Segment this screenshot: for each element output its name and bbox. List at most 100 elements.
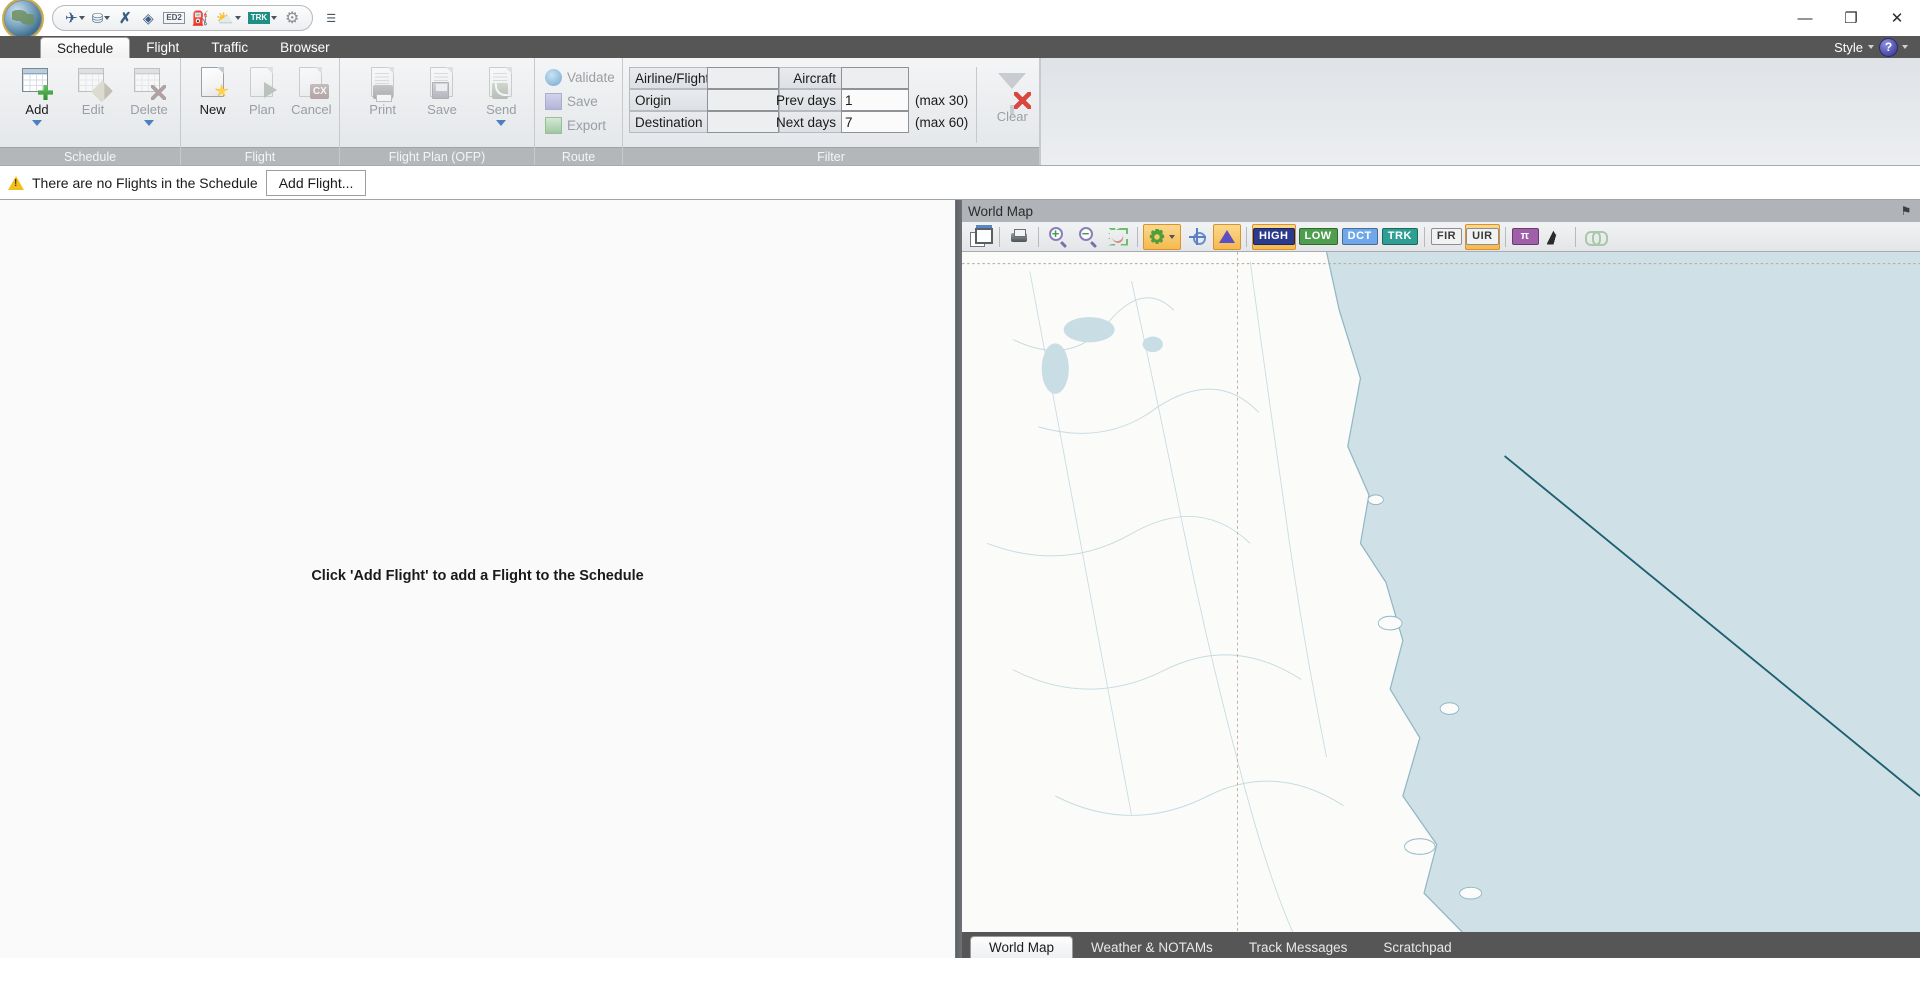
destination-row: Destination: [629, 111, 779, 133]
settings-gear-icon[interactable]: ⚙: [282, 7, 302, 29]
crosshair-icon[interactable]: [1183, 224, 1211, 250]
pi-points-button[interactable]: π: [1511, 224, 1540, 250]
layers-icon[interactable]: ◈: [138, 7, 158, 29]
low-airways-button[interactable]: LOW: [1298, 224, 1339, 250]
pi-label: π: [1511, 227, 1539, 246]
origin-field[interactable]: [707, 89, 779, 111]
toolbar-separator: [1246, 226, 1247, 247]
map-settings-icon[interactable]: [1143, 223, 1181, 250]
route-cross-glyph: ✗: [119, 10, 132, 27]
tab-flight-label: Flight: [146, 39, 180, 55]
world-map-canvas[interactable]: [962, 252, 1920, 932]
chevron-down-icon[interactable]: [1902, 45, 1908, 49]
floppy-icon: [545, 93, 562, 110]
delete-dropdown-icon: [144, 120, 154, 126]
high-airways-button[interactable]: HIGH: [1252, 223, 1296, 250]
add-flight-button[interactable]: Add Flight...: [265, 169, 367, 196]
destination-label: Destination: [629, 111, 707, 133]
ribbon-group-route: Validate Save Export Route: [535, 58, 623, 165]
chain-link-icon[interactable]: [1581, 224, 1609, 250]
bottom-tab-track-messages[interactable]: Track Messages: [1231, 936, 1366, 958]
tab-flight[interactable]: Flight: [130, 36, 195, 58]
fuel-icon[interactable]: ⛽: [190, 7, 211, 29]
chevron-down-icon[interactable]: [104, 16, 111, 20]
chevron-down-icon[interactable]: [1169, 234, 1175, 239]
chevron-down-icon[interactable]: [1868, 45, 1874, 49]
trk-icon[interactable]: TRK: [246, 7, 279, 29]
plan-button-label: Plan: [248, 102, 275, 117]
validate-button: Validate: [541, 66, 622, 89]
route-cross-icon[interactable]: ✗: [115, 7, 135, 29]
quick-access-toolbar: ✈ ⛁ ✗ ◈ ED2 ⛽ ⛅ TRK ⚙: [52, 5, 314, 31]
prev-days-label: Prev days: [776, 89, 841, 111]
add-button[interactable]: Add: [10, 62, 64, 138]
export-button-label: Export: [567, 118, 607, 133]
map-toolbar: + − HIGH LOW DCT TRK FIR UIR π: [962, 222, 1920, 252]
close-button[interactable]: ✕: [1874, 0, 1920, 36]
app-globe-icon[interactable]: [2, 0, 44, 40]
chevron-down-icon[interactable]: [234, 16, 241, 20]
clear-filter-icon: [997, 73, 1032, 114]
add-dropdown-icon[interactable]: [32, 120, 42, 126]
bottom-tab-world-map[interactable]: World Map: [970, 936, 1074, 958]
aircraft-icon[interactable]: ✈: [63, 7, 87, 29]
database-icon[interactable]: ⛁: [90, 7, 113, 29]
maximize-glyph: ❐: [1844, 10, 1858, 27]
destination-field[interactable]: [707, 111, 779, 133]
direct-routes-button[interactable]: DCT: [1341, 224, 1379, 250]
save-route-button-label: Save: [567, 94, 598, 109]
fir-boundaries-button[interactable]: FIR: [1430, 224, 1463, 250]
schedule-empty-message: Click 'Add Flight' to add a Flight to th…: [311, 568, 644, 584]
bottom-tab-scratchpad-label: Scratchpad: [1383, 939, 1452, 955]
weather-icon[interactable]: ⛅: [214, 7, 242, 29]
fit-to-route-icon[interactable]: [1104, 224, 1132, 250]
doc-play-icon: [245, 66, 279, 100]
bottom-tab-track-messages-label: Track Messages: [1248, 939, 1348, 955]
uir-boundaries-button[interactable]: UIR: [1465, 223, 1500, 250]
qat-overflow-button[interactable]: ☰: [323, 8, 339, 28]
weather-glyph: ⛅: [216, 9, 234, 26]
zoom-out-icon[interactable]: −: [1074, 224, 1102, 250]
cancel-button-label: Cancel: [291, 102, 332, 117]
maximize-button[interactable]: ❐: [1828, 0, 1874, 36]
filter-column-left: Airline/Flight Origin Destination: [629, 67, 779, 133]
validate-button-label: Validate: [567, 70, 615, 85]
tab-schedule[interactable]: Schedule: [40, 37, 131, 59]
airline-flight-field[interactable]: [707, 67, 779, 89]
style-menu-label[interactable]: Style: [1834, 40, 1863, 55]
fir-label: FIR: [1430, 227, 1463, 246]
print-map-icon[interactable]: [1005, 224, 1033, 250]
help-button[interactable]: ?: [1880, 38, 1897, 56]
high-airways-label: HIGH: [1253, 227, 1295, 246]
edit-button: Edit: [66, 62, 120, 138]
aircraft-field[interactable]: [841, 67, 909, 89]
next-days-field[interactable]: [841, 111, 909, 133]
toolbar-separator: [1504, 226, 1506, 247]
chevron-down-icon[interactable]: [271, 16, 278, 20]
tab-traffic[interactable]: Traffic: [195, 36, 264, 58]
bottom-tab-weather-notams[interactable]: Weather & NOTAMs: [1073, 936, 1231, 958]
bottom-tab-strip: World Map Weather & NOTAMs Track Message…: [962, 932, 1920, 958]
save-route-button: Save: [541, 90, 605, 113]
ribbon-group-ofp-label: Flight Plan (OFP): [340, 147, 534, 165]
map-panel-title-bar: World Map ⚑: [962, 200, 1920, 222]
new-window-icon[interactable]: [966, 224, 994, 250]
minimize-button[interactable]: —: [1782, 0, 1828, 36]
tab-traffic-label: Traffic: [211, 39, 249, 55]
pin-icon[interactable]: ⚑: [1900, 204, 1912, 218]
chevron-down-icon[interactable]: [78, 16, 85, 20]
triangle-waypoint-icon[interactable]: [1213, 223, 1241, 250]
tracks-button[interactable]: TRK: [1381, 224, 1419, 250]
prev-days-field[interactable]: [841, 89, 909, 111]
toolbar-separator: [1137, 226, 1138, 247]
ed2-icon[interactable]: ED2: [161, 7, 187, 29]
terrain-icon[interactable]: [1542, 224, 1570, 250]
database-glyph: ⛁: [91, 9, 104, 26]
tab-browser[interactable]: Browser: [264, 36, 346, 58]
zoom-in-icon[interactable]: +: [1044, 224, 1072, 250]
filter-fields: Airline/Flight Origin Destination Aircra: [625, 62, 1041, 143]
cancel-button: CX Cancel: [288, 62, 335, 138]
clear-filter-button: Clear: [983, 67, 1041, 143]
bottom-tab-scratchpad[interactable]: Scratchpad: [1365, 936, 1469, 958]
new-button[interactable]: New: [189, 62, 236, 138]
